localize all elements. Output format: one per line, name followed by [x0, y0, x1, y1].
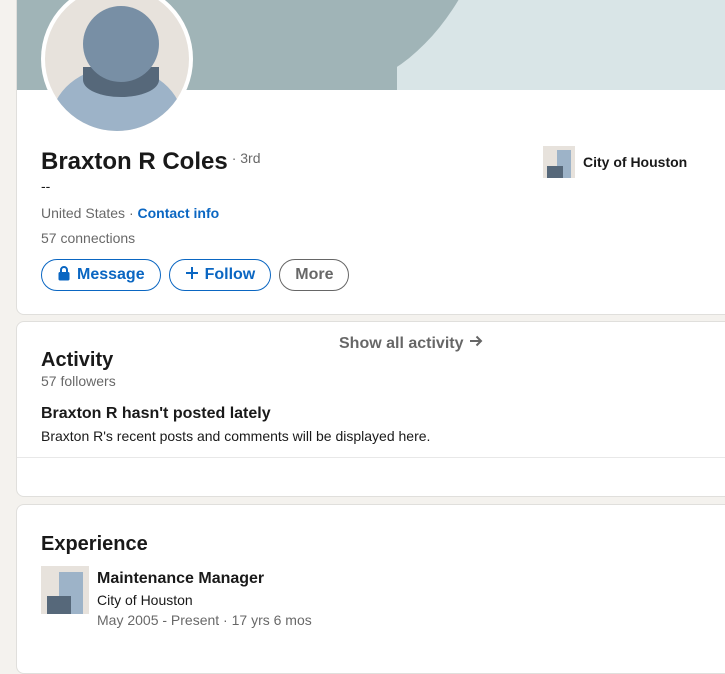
experience-item[interactable]: Maintenance Manager City of Houston May …	[41, 566, 312, 630]
follow-button-label: Follow	[204, 266, 256, 283]
connections-count: 57	[41, 230, 57, 246]
experience-company: City of Houston	[97, 592, 193, 608]
empty-activity-description: Braxton R's recent posts and comments wi…	[41, 428, 431, 444]
current-company-badge[interactable]: City of Houston	[543, 146, 687, 178]
experience-job-title: Maintenance Manager	[97, 570, 265, 587]
profile-card: Braxton R Coles · 3rd -- United States ·…	[16, 0, 725, 315]
connection-degree: · 3rd	[231, 150, 261, 166]
empty-activity-title: Braxton R hasn't posted lately	[41, 405, 271, 422]
show-all-activity-label: Show all activity	[339, 334, 464, 352]
lock-icon	[57, 265, 71, 286]
experience-title: Experience	[41, 533, 148, 555]
company-logo	[543, 146, 575, 178]
experience-company-logo[interactable]	[41, 566, 89, 614]
show-all-activity-button[interactable]: Show all activity	[339, 334, 483, 353]
arrow-right-icon	[469, 334, 483, 353]
experience-card: Experience Maintenance Manager City of H…	[16, 504, 725, 674]
more-button-label: More	[295, 266, 334, 283]
profile-name: Braxton R Coles	[41, 148, 228, 175]
experience-dates: May 2005 - Present · 17 yrs 6 mos	[97, 612, 312, 628]
follow-button[interactable]: Follow	[168, 259, 272, 291]
followers-count[interactable]: 57 followers	[41, 373, 116, 389]
avatar-head-shape	[83, 6, 159, 82]
activity-divider	[17, 457, 725, 458]
activity-title: Activity	[41, 349, 114, 371]
connections-count-row: 57 connections	[41, 230, 135, 246]
message-button[interactable]: Message	[41, 259, 161, 291]
avatar[interactable]	[41, 0, 193, 135]
profile-actions: Message Follow More	[41, 259, 350, 291]
contact-info-link[interactable]: Contact info	[138, 205, 220, 221]
more-button[interactable]: More	[279, 259, 350, 291]
profile-headline: --	[41, 178, 51, 194]
profile-location: United States	[41, 205, 126, 221]
connections-label: connections	[56, 230, 136, 246]
message-button-label: Message	[77, 266, 145, 283]
location-separator: ·	[125, 205, 138, 221]
avatar-placeholder	[45, 0, 189, 131]
plus-icon	[185, 266, 199, 285]
experience-details: Maintenance Manager City of Houston May …	[97, 566, 312, 630]
activity-card: Activity 57 followers Braxton R hasn't p…	[16, 321, 725, 497]
banner-arc	[137, 0, 725, 90]
name-row: Braxton R Coles · 3rd	[41, 148, 261, 176]
location-row: United States · Contact info	[41, 205, 219, 221]
current-company-name: City of Houston	[583, 154, 688, 170]
